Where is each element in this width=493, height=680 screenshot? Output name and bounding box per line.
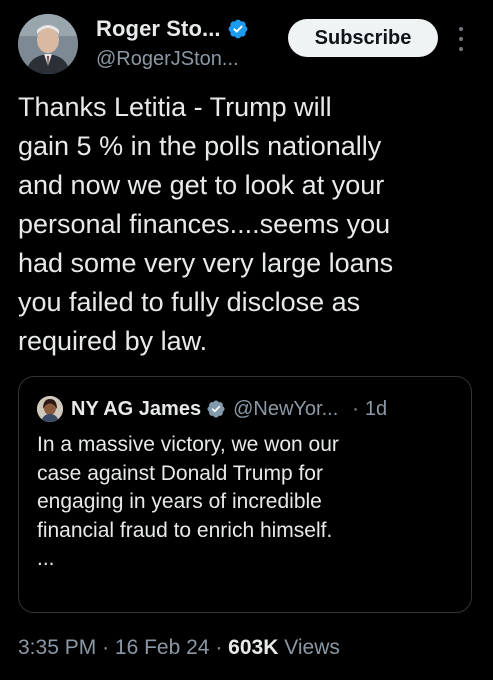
subscribe-button[interactable]: Subscribe <box>288 19 438 57</box>
tweet-text-line: gain 5 % in the polls nationally <box>18 131 382 161</box>
tweet-text-line: and now we get to look at your <box>18 170 385 200</box>
tweet-time[interactable]: 3:35 PM <box>18 636 96 659</box>
author-handle[interactable]: @RogerJSton... <box>96 48 249 71</box>
quoted-tweet-header: NY AG James @NewYor... · 1d <box>37 395 387 423</box>
more-dot <box>459 27 463 31</box>
tweet-header: Roger Sto... @RogerJSton... Subscribe <box>18 12 478 78</box>
quoted-author-avatar[interactable] <box>37 396 63 422</box>
government-verified-badge-icon <box>207 400 225 418</box>
verified-badge-icon <box>228 19 248 39</box>
user-photo-avatar-icon <box>18 14 78 74</box>
more-dot <box>459 37 463 41</box>
meta-separator: · <box>215 636 223 659</box>
tweet-text-line: you failed to fully disclose as <box>18 287 361 317</box>
quoted-avatar-photo-icon <box>37 396 63 422</box>
tweet-text-line: had some very very large loans <box>18 248 394 278</box>
views-count: 603K <box>228 636 279 659</box>
quoted-text-line: In a massive victory, we won our <box>37 433 339 456</box>
author-display-name[interactable]: Roger Sto... <box>96 16 221 42</box>
tweet-date[interactable]: 16 Feb 24 <box>115 636 210 659</box>
quoted-text-ellipsis: ... <box>37 547 55 570</box>
quoted-text-line: case against Donald Trump for <box>37 461 323 485</box>
quoted-timestamp[interactable]: 1d <box>365 398 387 421</box>
author-name-row: Roger Sto... <box>96 14 249 44</box>
quoted-author-name[interactable]: NY AG James <box>71 398 201 421</box>
quoted-text-line: engaging in years of incredible <box>37 490 322 513</box>
quoted-author-handle[interactable]: @NewYor... <box>233 398 338 421</box>
tweet-text-line: personal finances....seems you <box>18 209 391 239</box>
views-label: Views <box>284 636 340 659</box>
more-dot <box>459 47 463 51</box>
quoted-tweet-text: In a massive victory, we won our case ag… <box>37 431 457 574</box>
tweet-text: Thanks Letitia - Trump will gain 5 % in … <box>18 88 468 361</box>
tweet-text-line: Thanks Letitia - Trump will <box>18 92 332 122</box>
tweet-meta: 3:35 PM · 16 Feb 24 · 603K Views <box>18 636 340 660</box>
quoted-tweet-card[interactable]: NY AG James @NewYor... · 1d In a massive… <box>18 376 472 613</box>
meta-separator: · <box>102 636 110 659</box>
quoted-separator: · <box>352 397 359 420</box>
author-avatar[interactable] <box>18 14 78 74</box>
quoted-text-line: financial fraud to enrich himself. <box>37 518 333 542</box>
tweet-text-line: required by law. <box>18 326 208 356</box>
more-vertical-icon[interactable] <box>454 24 468 54</box>
author-name-block: Roger Sto... @RogerJSton... <box>96 14 249 71</box>
